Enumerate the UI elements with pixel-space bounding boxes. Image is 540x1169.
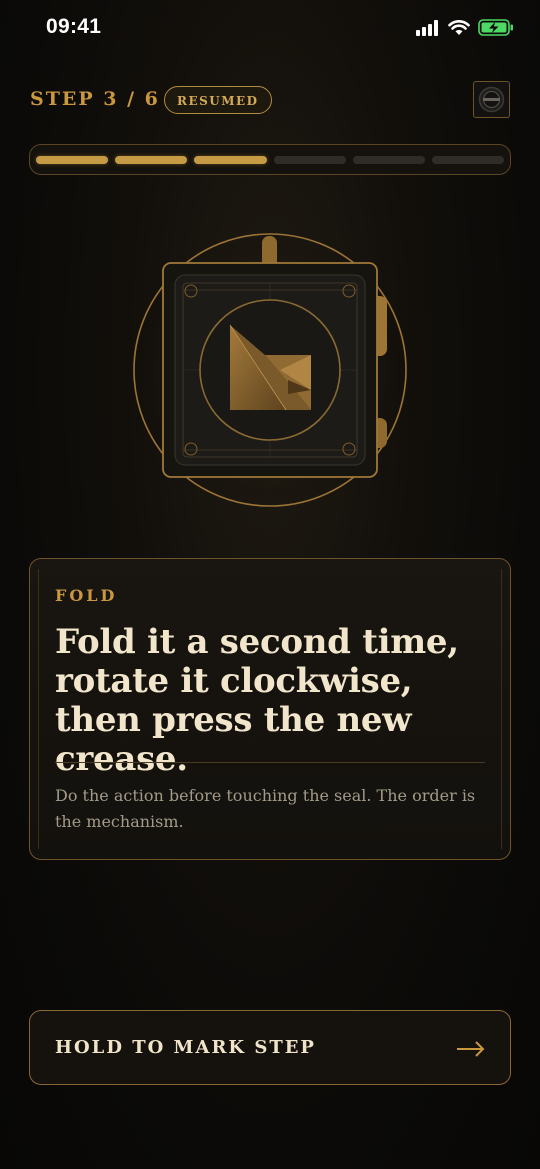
- step-header: STEP 3 / 6 RESUMED: [30, 81, 510, 120]
- progress-segment: [115, 155, 188, 164]
- card-divider: [55, 762, 485, 763]
- step-counter: STEP 3 / 6: [30, 88, 160, 110]
- status-bar: 09:41: [0, 0, 540, 60]
- progress-segment: [194, 155, 267, 164]
- wifi-icon: [448, 19, 470, 35]
- progress-segment: [431, 155, 505, 164]
- battery-charging-icon: [478, 19, 513, 36]
- progress-segment: [273, 155, 346, 164]
- signal-icon: [416, 19, 438, 36]
- folded-paper-seal-icon: [130, 230, 410, 510]
- card-rail-left: [38, 569, 39, 849]
- progress-segment: [36, 155, 109, 164]
- hero-illustration: [128, 228, 412, 512]
- hold-button-label: HOLD TO MARK STEP: [55, 1037, 316, 1058]
- resumed-badge: RESUMED: [164, 86, 272, 114]
- avatar-button[interactable]: [473, 81, 510, 118]
- instruction-title: Fold it a second time, rotate it clockwi…: [55, 622, 459, 779]
- card-rail-right: [501, 569, 502, 849]
- instruction-note: Do the action before touching the seal. …: [55, 786, 476, 831]
- status-icons: [416, 19, 514, 36]
- arrow-right-icon: [457, 1041, 485, 1057]
- progress-segment: [352, 155, 425, 164]
- hold-to-mark-step-button[interactable]: HOLD TO MARK STEP: [29, 1010, 511, 1085]
- step-progress: [29, 144, 511, 175]
- status-time: 09:41: [46, 15, 102, 38]
- seal-avatar-icon: [478, 86, 505, 113]
- instruction-card: FOLD Fold it a second time, rotate it cl…: [29, 558, 511, 860]
- card-kicker: FOLD: [55, 586, 118, 605]
